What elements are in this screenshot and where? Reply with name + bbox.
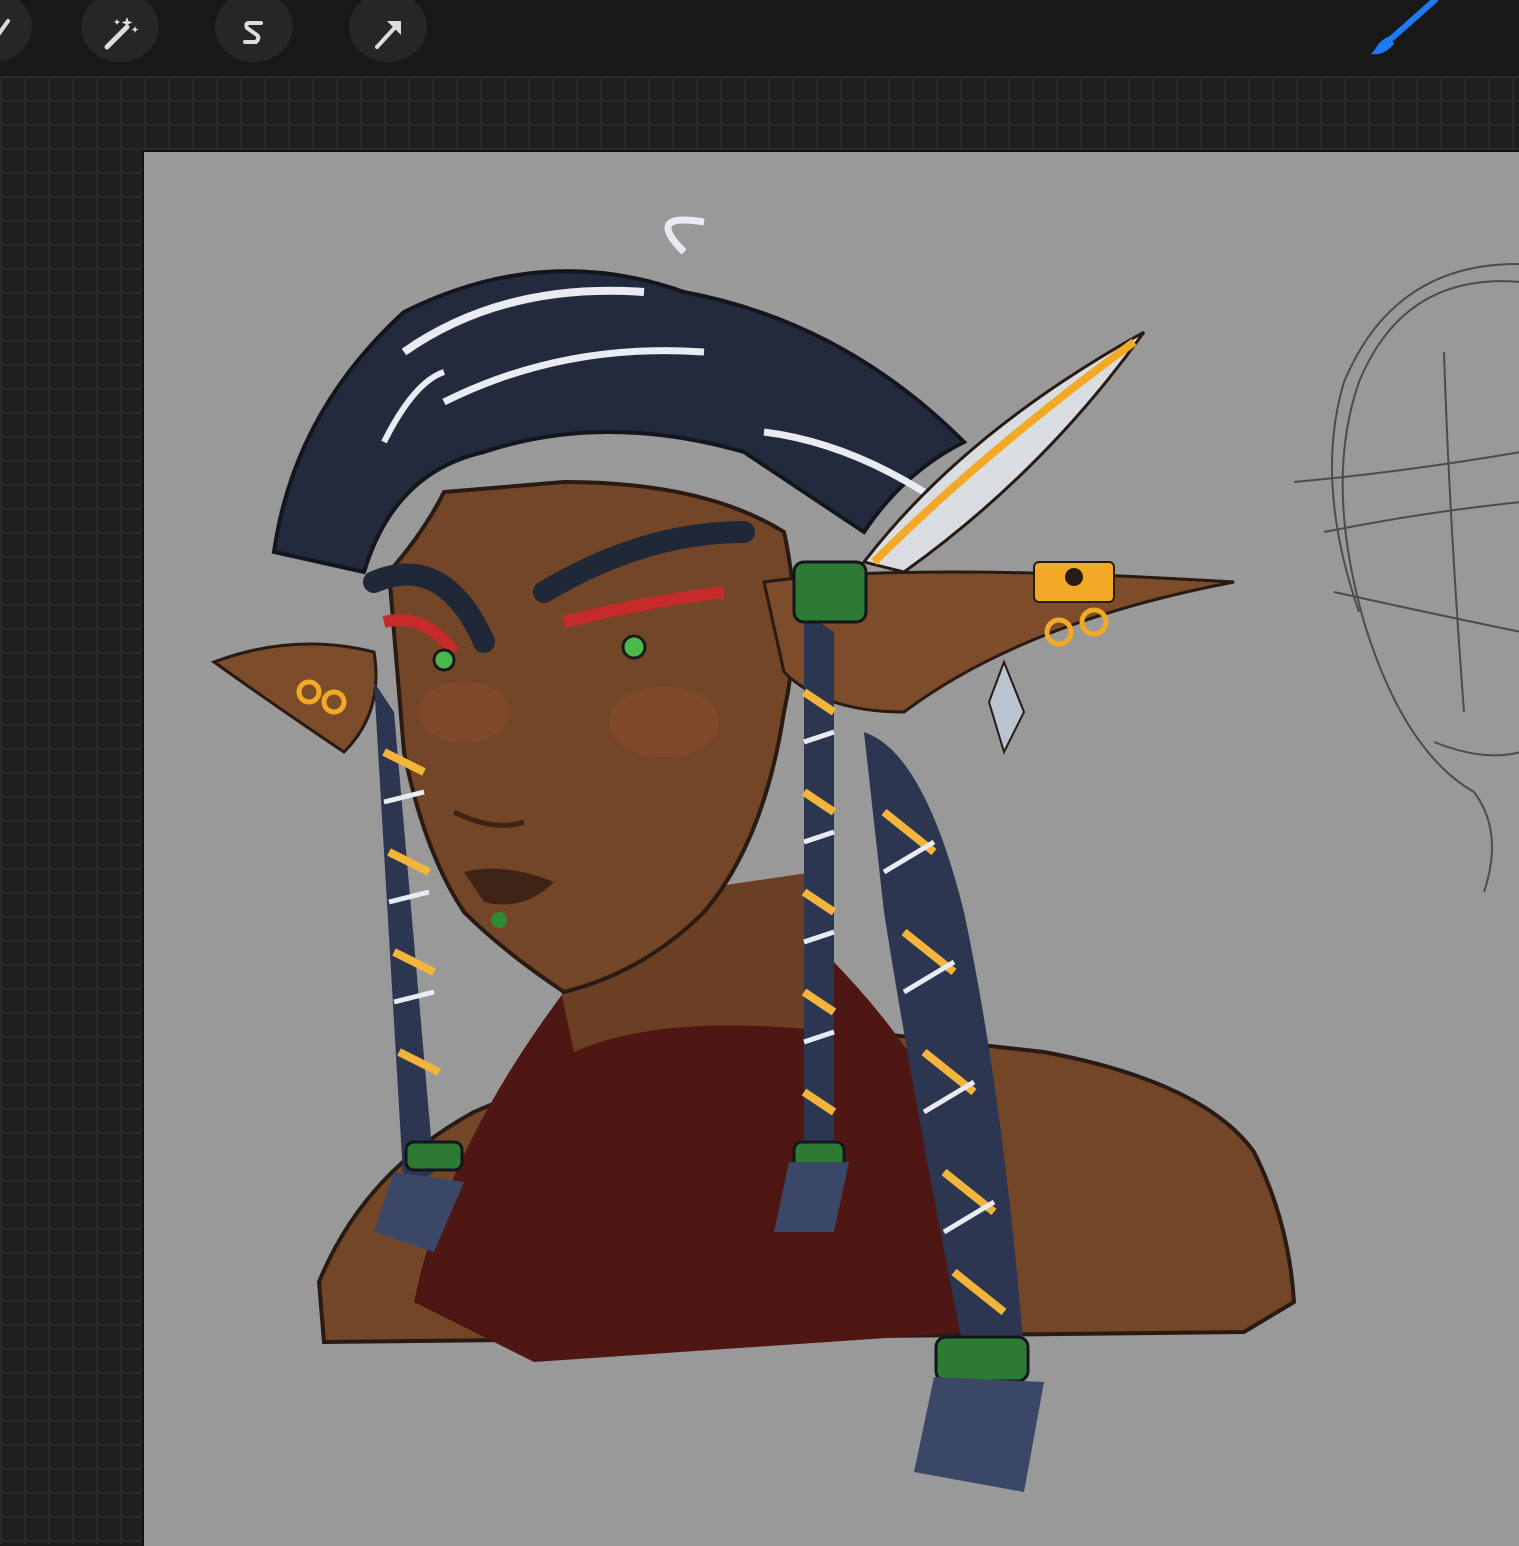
s-selection-icon: [243, 21, 263, 44]
transform-tool-button[interactable]: [349, 0, 427, 62]
artwork-layer: [210, 216, 1519, 1492]
head-sketch: [1293, 263, 1519, 893]
adjustments-tool-button[interactable]: [81, 0, 159, 62]
selection-icon: [0, 19, 10, 36]
selection-s-tool-button[interactable]: [215, 0, 293, 62]
transform-arrow-icon: [375, 21, 401, 49]
brush-icon[interactable]: [1362, 0, 1452, 62]
character-portrait: [210, 216, 1297, 1492]
magic-wand-icon: [104, 17, 139, 50]
top-toolbar: [0, 0, 1519, 77]
drawing-canvas[interactable]: [142, 150, 1519, 1546]
selection-tool-button[interactable]: [0, 0, 32, 62]
